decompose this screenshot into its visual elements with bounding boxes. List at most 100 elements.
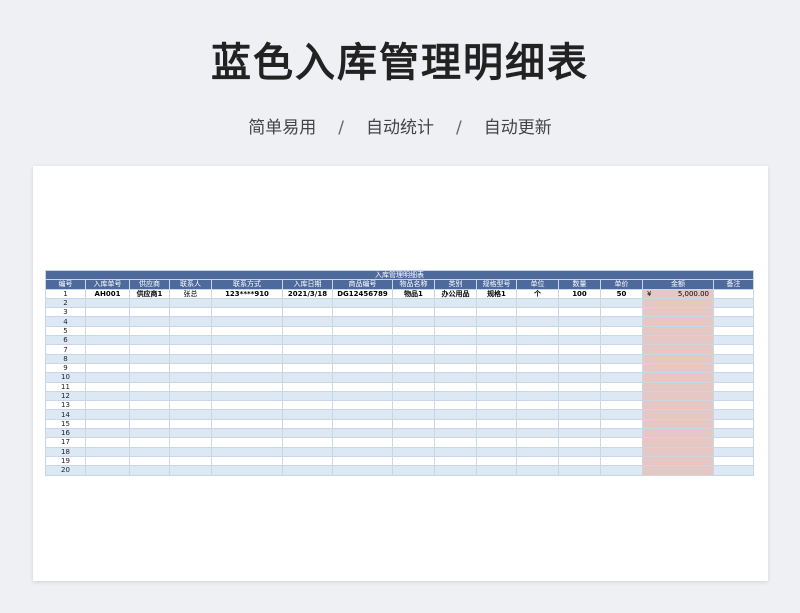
cell-supplier[interactable]	[129, 455, 170, 467]
cell-qty[interactable]	[558, 335, 601, 346]
cell-unit[interactable]	[516, 353, 559, 364]
cell-phone[interactable]	[211, 325, 283, 337]
cell-date[interactable]	[282, 362, 333, 374]
cell-name[interactable]	[392, 325, 435, 337]
cell-category[interactable]	[434, 400, 477, 411]
cell-contact[interactable]	[169, 446, 212, 457]
cell-spec[interactable]	[476, 390, 517, 402]
cell-price[interactable]	[600, 400, 643, 411]
cell-code[interactable]	[332, 390, 393, 402]
cell-amount[interactable]	[642, 362, 714, 374]
cell-code[interactable]	[332, 372, 393, 383]
cell-date[interactable]	[282, 297, 333, 309]
cell-note[interactable]	[712, 437, 755, 448]
cell-no[interactable]: 4	[45, 316, 86, 327]
cell-amount[interactable]	[642, 344, 714, 355]
cell-order[interactable]	[85, 455, 130, 467]
cell-amount[interactable]	[642, 353, 714, 364]
cell-supplier[interactable]	[129, 381, 170, 392]
cell-qty[interactable]	[558, 390, 601, 402]
cell-supplier[interactable]	[129, 390, 170, 402]
column-header[interactable]: 供应商	[129, 279, 170, 290]
cell-phone[interactable]	[211, 409, 283, 420]
cell-date[interactable]	[282, 316, 333, 327]
cell-spec[interactable]	[476, 455, 517, 467]
cell-amount[interactable]	[642, 409, 714, 420]
cell-spec[interactable]	[476, 465, 517, 476]
cell-unit[interactable]	[516, 428, 559, 439]
cell-amount[interactable]	[642, 297, 714, 309]
cell-code[interactable]	[332, 297, 393, 309]
cell-name[interactable]	[392, 390, 435, 402]
cell-date[interactable]	[282, 372, 333, 383]
column-header[interactable]: 入库日期	[282, 279, 333, 290]
cell-amount[interactable]	[642, 437, 714, 448]
cell-phone[interactable]	[211, 446, 283, 457]
column-header[interactable]: 单价	[600, 279, 643, 290]
cell-no[interactable]: 12	[45, 390, 86, 402]
cell-unit[interactable]	[516, 344, 559, 355]
cell-name[interactable]	[392, 353, 435, 364]
cell-date[interactable]	[282, 390, 333, 402]
cell-date[interactable]: 2021/3/18	[282, 288, 333, 299]
cell-name[interactable]	[392, 446, 435, 457]
cell-no[interactable]: 1	[45, 288, 86, 299]
cell-name[interactable]	[392, 418, 435, 430]
cell-qty[interactable]	[558, 428, 601, 439]
cell-spec[interactable]	[476, 307, 517, 318]
cell-category[interactable]	[434, 362, 477, 374]
cell-amount[interactable]	[642, 455, 714, 467]
cell-order[interactable]	[85, 446, 130, 457]
cell-category[interactable]	[434, 353, 477, 364]
cell-order[interactable]	[85, 437, 130, 448]
cell-phone[interactable]	[211, 455, 283, 467]
cell-date[interactable]	[282, 465, 333, 476]
cell-phone[interactable]	[211, 437, 283, 448]
cell-no[interactable]: 7	[45, 344, 86, 355]
cell-category[interactable]	[434, 437, 477, 448]
cell-date[interactable]	[282, 409, 333, 420]
cell-code[interactable]	[332, 344, 393, 355]
cell-qty[interactable]	[558, 409, 601, 420]
cell-phone[interactable]	[211, 353, 283, 364]
cell-order[interactable]	[85, 344, 130, 355]
cell-code[interactable]	[332, 353, 393, 364]
cell-supplier[interactable]	[129, 446, 170, 457]
cell-code[interactable]	[332, 409, 393, 420]
cell-no[interactable]: 14	[45, 409, 86, 420]
cell-order[interactable]	[85, 400, 130, 411]
cell-date[interactable]	[282, 437, 333, 448]
cell-contact[interactable]	[169, 465, 212, 476]
cell-order[interactable]	[85, 325, 130, 337]
cell-no[interactable]: 3	[45, 307, 86, 318]
cell-note[interactable]	[712, 465, 755, 476]
cell-amount[interactable]	[642, 400, 714, 411]
cell-no[interactable]: 11	[45, 381, 86, 392]
cell-code[interactable]	[332, 455, 393, 467]
cell-date[interactable]	[282, 307, 333, 318]
cell-date[interactable]	[282, 335, 333, 346]
cell-code[interactable]	[332, 418, 393, 430]
cell-spec[interactable]	[476, 437, 517, 448]
cell-name[interactable]	[392, 465, 435, 476]
cell-note[interactable]	[712, 400, 755, 411]
cell-category[interactable]	[434, 418, 477, 430]
cell-supplier[interactable]	[129, 297, 170, 309]
cell-supplier[interactable]	[129, 353, 170, 364]
cell-order[interactable]	[85, 372, 130, 383]
cell-note[interactable]	[712, 455, 755, 467]
cell-code[interactable]	[332, 362, 393, 374]
column-header[interactable]: 入库单号	[85, 279, 130, 290]
cell-note[interactable]	[712, 418, 755, 430]
cell-spec[interactable]	[476, 428, 517, 439]
cell-contact[interactable]	[169, 418, 212, 430]
cell-code[interactable]	[332, 446, 393, 457]
cell-unit[interactable]	[516, 307, 559, 318]
cell-category[interactable]	[434, 372, 477, 383]
cell-price[interactable]	[600, 446, 643, 457]
cell-qty[interactable]	[558, 362, 601, 374]
cell-order[interactable]	[85, 307, 130, 318]
cell-name[interactable]: 物品1	[392, 288, 435, 299]
cell-name[interactable]	[392, 381, 435, 392]
cell-supplier[interactable]	[129, 465, 170, 476]
